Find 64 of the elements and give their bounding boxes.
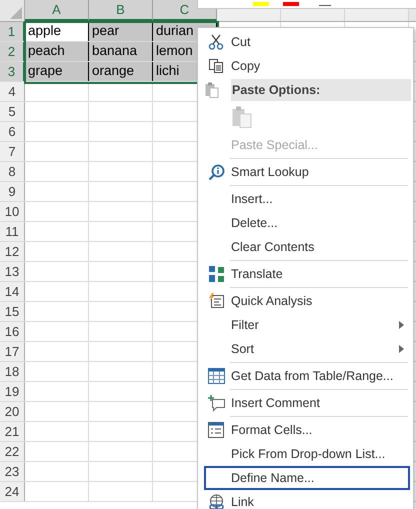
column-header[interactable]: B: [89, 0, 153, 21]
table-icon: [208, 368, 224, 384]
paste-button[interactable]: [231, 105, 253, 129]
row-header[interactable]: 2: [0, 42, 25, 61]
row-header[interactable]: 13: [0, 262, 25, 281]
menu-item[interactable]: Smart Lookup: [204, 160, 410, 184]
row-header[interactable]: 20: [0, 402, 25, 421]
table-cell: grape: [25, 62, 89, 81]
menu-item[interactable]: Sort: [204, 337, 410, 361]
select-all-icon[interactable]: [10, 7, 22, 19]
row-header[interactable]: 3: [0, 62, 25, 81]
paste-options-header: Paste Options:: [231, 79, 411, 101]
globe-link-icon: [208, 494, 224, 509]
row-header[interactable]: 18: [0, 362, 25, 381]
menu-item[interactable]: Clear Contents: [204, 235, 410, 259]
row-header[interactable]: 10: [0, 202, 25, 221]
row-header[interactable]: 22: [0, 442, 25, 461]
submenu-arrow-icon: [399, 345, 404, 353]
menu-item[interactable]: Get Data from Table/Range...: [204, 364, 410, 388]
menu-item[interactable]: Translate: [204, 262, 410, 286]
format-cells-icon: [208, 422, 224, 438]
menu-item[interactable]: Pick From Drop-down List...: [204, 442, 410, 466]
row-header[interactable]: 23: [0, 462, 25, 481]
row-header[interactable]: 15: [0, 302, 25, 321]
table-cell: banana: [89, 42, 153, 61]
translate-icon: [208, 265, 224, 283]
row-header[interactable]: 24: [0, 482, 25, 501]
row-header[interactable]: 7: [0, 142, 25, 161]
copy-icon: [208, 58, 224, 74]
row-header[interactable]: 11: [0, 222, 25, 241]
menu-item[interactable]: Define Name...: [204, 466, 410, 490]
quick-analysis-icon: [208, 293, 224, 309]
submenu-arrow-icon: [399, 321, 404, 329]
table-cell: orange: [89, 62, 153, 81]
column-header[interactable]: A: [25, 0, 89, 21]
row-header[interactable]: 12: [0, 242, 25, 261]
table-cell: peach: [25, 42, 89, 61]
fill-color-swatch[interactable]: [253, 2, 269, 6]
border-icon[interactable]: [319, 5, 331, 6]
search-icon: [208, 164, 224, 180]
scissors-icon: [208, 34, 224, 50]
row-header[interactable]: 5: [0, 102, 25, 121]
menu-item[interactable]: Link: [204, 490, 410, 509]
row-header[interactable]: 14: [0, 282, 25, 301]
menu-item[interactable]: Delete...: [204, 211, 410, 235]
row-header[interactable]: 16: [0, 322, 25, 341]
row-header[interactable]: 6: [0, 122, 25, 141]
row-header[interactable]: 9: [0, 182, 25, 201]
clipboard-icon: [232, 106, 252, 128]
row-header[interactable]: 1: [0, 22, 25, 41]
row-header[interactable]: 19: [0, 382, 25, 401]
menu-item[interactable]: Quick Analysis: [204, 289, 410, 313]
menu-item[interactable]: Insert...: [204, 187, 410, 211]
menu-item[interactable]: Insert Comment: [204, 391, 410, 415]
comment-icon: [208, 394, 224, 412]
clipboard-icon: [205, 82, 219, 98]
table-cell: pear: [89, 22, 153, 41]
row-header[interactable]: 17: [0, 342, 25, 361]
row-header[interactable]: 4: [0, 82, 25, 101]
menu-item[interactable]: Filter: [204, 313, 410, 337]
font-color-swatch[interactable]: [283, 2, 299, 6]
menu-item[interactable]: Format Cells...: [204, 418, 410, 442]
row-header[interactable]: 8: [0, 162, 25, 181]
row-header[interactable]: 21: [0, 422, 25, 441]
